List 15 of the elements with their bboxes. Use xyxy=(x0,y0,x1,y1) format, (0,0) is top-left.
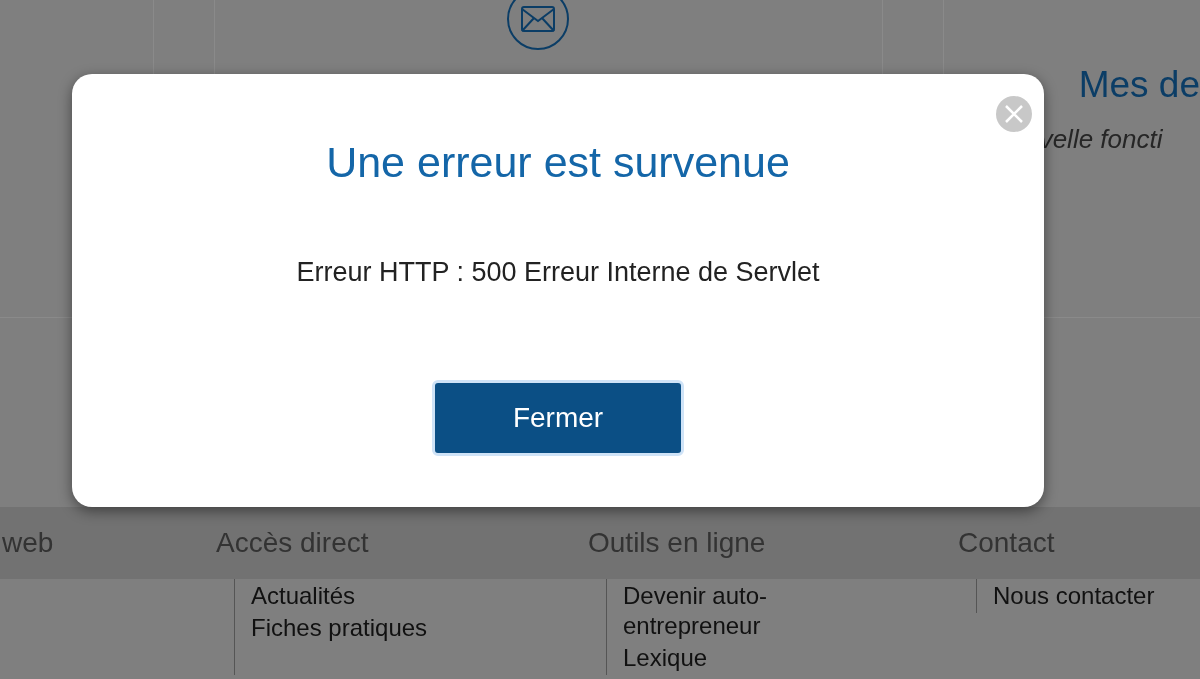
close-dialog-button[interactable]: Fermer xyxy=(432,380,684,457)
footer-heading: Outils en ligne xyxy=(588,527,766,558)
footer-heading: Contact xyxy=(958,527,1055,558)
close-icon xyxy=(1004,104,1024,124)
error-message: Erreur HTTP : 500 Erreur Interne de Servlet xyxy=(296,255,820,289)
footer-heading: Accès direct xyxy=(216,527,369,558)
footer-link[interactable]: Lexique xyxy=(623,643,906,673)
card-title: Mes de xyxy=(1078,63,1200,107)
dialog-title: Une erreur est survenue xyxy=(326,137,790,188)
close-button[interactable] xyxy=(996,96,1032,132)
footer-link[interactable]: Actualités xyxy=(251,581,534,611)
footer-link[interactable]: Devenir auto-entrepreneur xyxy=(623,581,803,641)
footer-link[interactable]: Nous contacter xyxy=(993,581,1200,611)
footer-heading: web xyxy=(2,527,54,558)
footer-link[interactable]: Fiches pratiques xyxy=(251,613,534,643)
